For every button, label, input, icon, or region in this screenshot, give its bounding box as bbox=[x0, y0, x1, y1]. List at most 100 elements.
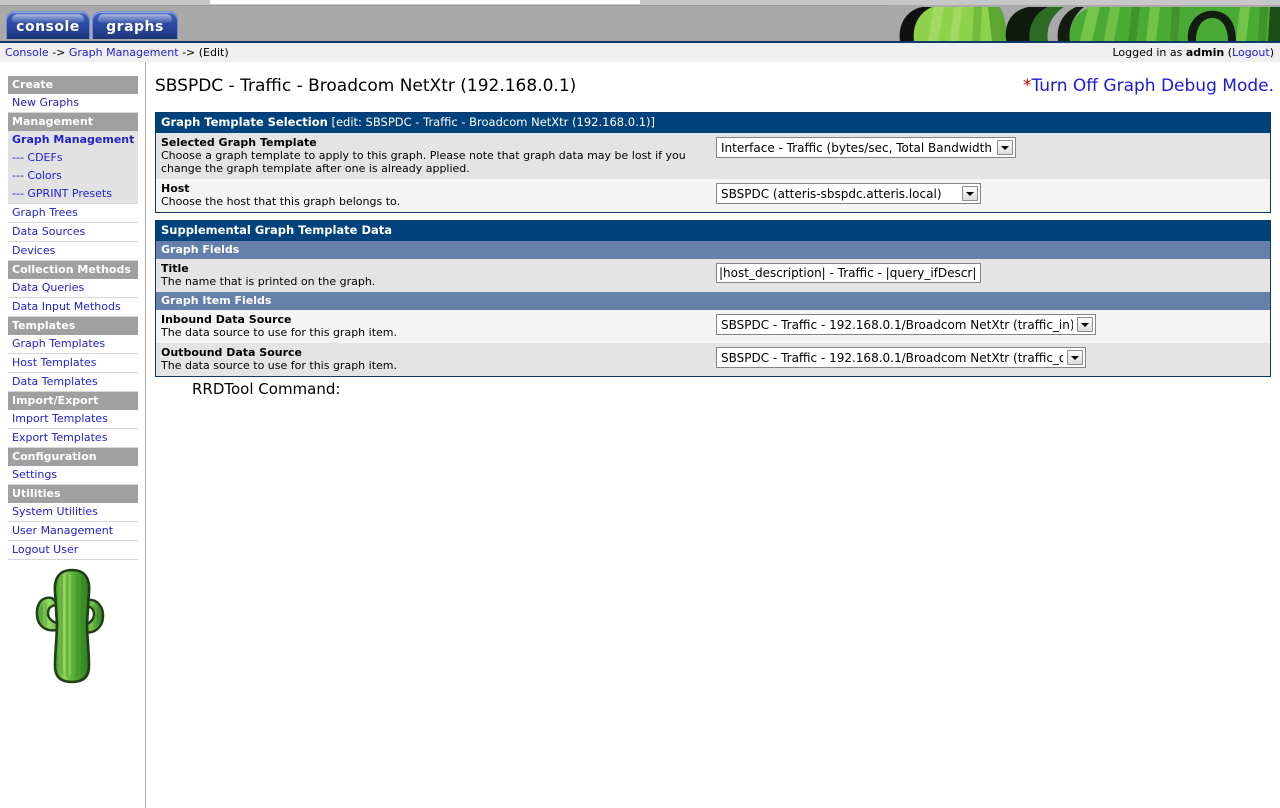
select-selected-graph-template[interactable]: Interface - Traffic (bytes/sec, Total Ba… bbox=[716, 137, 1016, 158]
sidebar-item-export-templates[interactable]: Export Templates bbox=[8, 429, 138, 448]
select-value: SBSPDC - Traffic - 192.168.0.1/Broadcom … bbox=[721, 351, 1063, 365]
sidebar-item-settings[interactable]: Settings bbox=[8, 466, 138, 485]
sidebar: Create New Graphs Management Graph Manageme… bbox=[0, 62, 146, 808]
form-row: Outbound Data Source The data source to u… bbox=[156, 343, 1270, 376]
panel-title-suffix: [edit: SBSPDC - Traffic - Broadcom NetXt… bbox=[331, 115, 656, 129]
breadcrumb: Console -> Graph Management -> (Edit) bbox=[5, 46, 229, 59]
login-prefix-label: Logged in as bbox=[1112, 46, 1183, 59]
tab-graphs[interactable]: graphs bbox=[92, 11, 178, 39]
sidebar-group-header: Collection Methods bbox=[8, 261, 138, 279]
field-control: SBSPDC (atteris-sbspdc.atteris.local) bbox=[716, 179, 1270, 208]
section-heading: Graph Item Fields bbox=[156, 292, 1270, 310]
panel-title-supplemental: Supplemental Graph Template Data bbox=[156, 221, 1270, 241]
toggle-graph-debug-mode-link[interactable]: *Turn Off Graph Debug Mode. bbox=[1023, 76, 1274, 96]
field-control: SBSPDC - Traffic - 192.168.0.1/Broadcom … bbox=[716, 310, 1270, 339]
form-row: Title The name that is printed on the gra… bbox=[156, 259, 1270, 292]
app-header: console graphs bbox=[0, 0, 1280, 41]
main-content: SBSPDC - Traffic - Broadcom NetXtr (192.… bbox=[147, 62, 1280, 808]
sidebar-group-header: Create bbox=[8, 76, 138, 94]
select-inbound-data-source[interactable]: SBSPDC - Traffic - 192.168.0.1/Broadcom … bbox=[716, 314, 1096, 335]
panel-title-text: Graph Template Selection bbox=[161, 115, 328, 129]
sidebar-item-data-input-methods[interactable]: Data Input Methods bbox=[8, 298, 138, 317]
field-help-text: The data source to use for this graph it… bbox=[161, 326, 397, 339]
rrdtool-command-label: RRDTool Command: bbox=[192, 380, 341, 398]
select-outbound-data-source[interactable]: SBSPDC - Traffic - 192.168.0.1/Broadcom … bbox=[716, 347, 1086, 368]
cactus-logo bbox=[22, 562, 122, 692]
field-label: Host bbox=[161, 182, 190, 195]
panel-title-text: Supplemental Graph Template Data bbox=[161, 223, 393, 237]
sidebar-group-header: Configuration bbox=[8, 448, 138, 466]
field-control: SBSPDC - Traffic - 192.168.0.1/Broadcom … bbox=[716, 343, 1270, 372]
breadcrumb-link-console[interactable]: Console bbox=[5, 46, 49, 59]
sidebar-item-graph-trees[interactable]: Graph Trees bbox=[8, 204, 138, 223]
sidebar-item-user-management[interactable]: User Management bbox=[8, 522, 138, 541]
field-label: Inbound Data Source bbox=[161, 313, 292, 326]
header-top-strip-highlight bbox=[210, 0, 640, 4]
sidebar-item-data-queries[interactable]: Data Queries bbox=[8, 279, 138, 298]
sidebar-item-system-utilities[interactable]: System Utilities bbox=[8, 503, 138, 522]
sidebar-item-gprint-presets[interactable]: --- GPRINT Presets bbox=[8, 185, 138, 204]
form-row: Selected Graph Template Choose a graph te… bbox=[156, 133, 1270, 179]
panel-title-graph-template-selection: Graph Template Selection [edit: SBSPDC -… bbox=[156, 113, 1270, 133]
sidebar-item-import-templates[interactable]: Import Templates bbox=[8, 410, 138, 429]
breadcrumb-separator: -> bbox=[182, 46, 196, 59]
field-help-text: Choose the host that this graph belongs … bbox=[161, 195, 401, 208]
breadcrumb-link-graph-management[interactable]: Graph Management bbox=[69, 46, 179, 59]
sidebar-item-devices[interactable]: Devices bbox=[8, 242, 138, 261]
logout-paren-close: ) bbox=[1269, 46, 1274, 59]
field-label: Outbound Data Source bbox=[161, 346, 303, 359]
sidebar-menu: Create New Graphs Management Graph Manageme… bbox=[8, 76, 138, 560]
field-help-text: The name that is printed on the graph. bbox=[161, 275, 376, 288]
sidebar-item-new-graphs[interactable]: New Graphs bbox=[8, 94, 138, 113]
sidebar-group-header: Templates bbox=[8, 317, 138, 335]
chevron-down-icon[interactable] bbox=[962, 186, 978, 201]
input-title[interactable]: |host_description| - Traffic - |query_if… bbox=[716, 263, 981, 283]
cacti-page: console graphs Console -> Graph Manageme… bbox=[0, 0, 1280, 808]
field-description: Host Choose the host that this graph belo… bbox=[156, 179, 716, 212]
field-label: Title bbox=[161, 262, 189, 275]
field-description: Title The name that is printed on the gra… bbox=[156, 259, 716, 292]
logout-link[interactable]: Logout bbox=[1232, 46, 1270, 59]
select-host[interactable]: SBSPDC (atteris-sbspdc.atteris.local) bbox=[716, 183, 981, 204]
breadcrumb-separator: -> bbox=[52, 46, 66, 59]
select-value: SBSPDC (atteris-sbspdc.atteris.local) bbox=[721, 187, 942, 201]
sidebar-item-data-templates[interactable]: Data Templates bbox=[8, 373, 138, 392]
breadcrumb-current-edit: (Edit) bbox=[198, 46, 229, 59]
sidebar-item-colors[interactable]: --- Colors bbox=[8, 167, 138, 185]
cactus-banner-image bbox=[888, 5, 1280, 41]
graph-template-rows: Selected Graph Template Choose a graph te… bbox=[156, 133, 1270, 212]
sidebar-item-graph-management[interactable]: Graph Management bbox=[8, 131, 138, 149]
chevron-down-icon[interactable] bbox=[997, 140, 1013, 155]
sidebar-group-header: Utilities bbox=[8, 485, 138, 503]
sidebar-group-header: Import/Export bbox=[8, 392, 138, 410]
sidebar-item-graph-templates[interactable]: Graph Templates bbox=[8, 335, 138, 354]
tab-graphs-label: graphs bbox=[106, 19, 164, 35]
field-control: Interface - Traffic (bytes/sec, Total Ba… bbox=[716, 133, 1270, 162]
sidebar-item-logout-user[interactable]: Logout User bbox=[8, 541, 138, 560]
tab-console-label: console bbox=[16, 19, 80, 35]
form-row: Inbound Data Source The data source to us… bbox=[156, 310, 1270, 343]
section-heading: Graph Fields bbox=[156, 241, 1270, 259]
chevron-down-icon[interactable] bbox=[1077, 317, 1093, 332]
login-username: admin bbox=[1185, 46, 1225, 59]
field-description: Selected Graph Template Choose a graph te… bbox=[156, 133, 716, 179]
form-row: Host Choose the host that this graph belo… bbox=[156, 179, 1270, 212]
breadcrumb-bar: Console -> Graph Management -> (Edit) Lo… bbox=[0, 41, 1280, 62]
tab-console[interactable]: console bbox=[6, 11, 90, 39]
field-description: Inbound Data Source The data source to us… bbox=[156, 310, 716, 343]
page-title: SBSPDC - Traffic - Broadcom NetXtr (192.… bbox=[155, 76, 577, 96]
debug-link-label: Turn Off Graph Debug Mode. bbox=[1031, 76, 1274, 96]
supplemental-graph-template-data-panel: Supplemental Graph Template Data Graph F… bbox=[155, 220, 1271, 377]
graph-template-selection-panel: Graph Template Selection [edit: SBSPDC -… bbox=[155, 112, 1271, 213]
supplemental-sections: Graph Fields Title The name that is printe… bbox=[156, 241, 1270, 376]
sidebar-item-data-sources[interactable]: Data Sources bbox=[8, 223, 138, 242]
field-help-text: Choose a graph template to apply to this… bbox=[161, 149, 686, 175]
field-description: Outbound Data Source The data source to u… bbox=[156, 343, 716, 376]
sidebar-item-cdefs[interactable]: --- CDEFs bbox=[8, 149, 138, 167]
field-label: Selected Graph Template bbox=[161, 136, 317, 149]
select-value: Interface - Traffic (bytes/sec, Total Ba… bbox=[721, 141, 993, 155]
sidebar-item-host-templates[interactable]: Host Templates bbox=[8, 354, 138, 373]
login-status: Logged in as admin (Logout) bbox=[1112, 46, 1274, 59]
sidebar-group-header: Management bbox=[8, 113, 138, 131]
chevron-down-icon[interactable] bbox=[1067, 350, 1083, 365]
